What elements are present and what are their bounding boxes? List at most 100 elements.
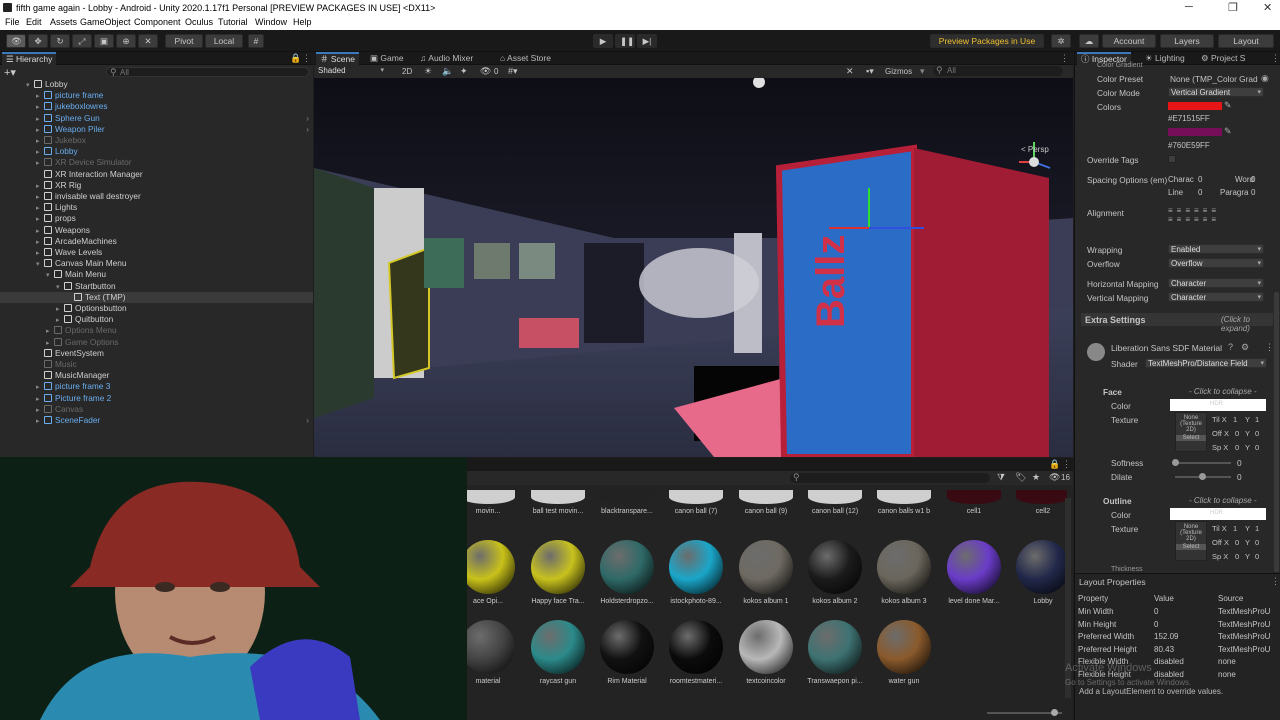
softness-slider-handle[interactable] (1172, 459, 1179, 466)
tab-hierarchy[interactable]: ☰ Hierarchy (2, 52, 57, 65)
hierarchy-item[interactable]: ▸ props (0, 213, 313, 224)
asset-item[interactable]: cell2 (1012, 490, 1067, 515)
grid-snap-button[interactable]: # (248, 34, 264, 48)
asset-item[interactable]: Transwaepon pi... (804, 620, 866, 685)
color2-swatch[interactable] (1168, 128, 1222, 136)
extra-settings-header[interactable]: Extra Settings (Click to expand) (1081, 313, 1273, 333)
hierarchy-item[interactable]: ▸ invisable wall destroyer (0, 191, 313, 202)
asset-item[interactable]: ace Opi... (467, 540, 519, 605)
close-button[interactable]: ✕ (1263, 1, 1272, 14)
menu-edit[interactable]: Edit (26, 17, 42, 27)
kebab-menu-icon[interactable]: ⋮ (302, 53, 311, 64)
hierarchy-item[interactable]: ▸ XR Device Simulator (0, 157, 313, 168)
prefab-open-icon[interactable]: › (306, 415, 309, 426)
face-texture-slot[interactable]: None (Texture 2D) Select (1175, 412, 1207, 452)
move-tool-button[interactable]: ✥ (28, 34, 48, 48)
menu-assets[interactable]: Assets (50, 17, 77, 27)
outline-tiling-y[interactable]: 1 (1255, 524, 1259, 533)
hierarchy-item[interactable]: ▸ picture frame 3 (0, 381, 313, 392)
asset-item[interactable]: canon ball (7) (665, 490, 727, 515)
asset-item[interactable]: Holdsterdropzo... (596, 540, 658, 605)
asset-item[interactable]: canon ball (9) (735, 490, 797, 515)
pivot-toggle[interactable]: Pivot (165, 34, 203, 48)
face-color-swatch[interactable]: HDR (1170, 399, 1266, 411)
hierarchy-item[interactable]: Music (0, 359, 313, 370)
collab-icon[interactable]: ✲ (1051, 34, 1071, 48)
object-picker-icon[interactable]: ◉ (1261, 73, 1269, 84)
asset-item[interactable]: Lobby (1012, 540, 1067, 605)
project-search-input[interactable]: ⚲ (790, 472, 990, 483)
hierarchy-item[interactable]: ▸ Picture frame 2 (0, 393, 313, 404)
zoom-slider-handle[interactable] (1051, 709, 1058, 716)
color2-eyedropper-icon[interactable]: ✎ (1224, 126, 1232, 137)
lock-icon[interactable]: 🔒 (290, 53, 301, 64)
hierarchy-item[interactable]: ▸ Game Options (0, 337, 313, 348)
menu-tutorial[interactable]: Tutorial (218, 17, 248, 27)
vertical-mapping-dropdown[interactable]: Character (1168, 292, 1264, 302)
tab-asset-store[interactable]: ⌂ Asset Store (496, 52, 555, 65)
minimize-button[interactable]: ─ (1185, 1, 1193, 13)
face-speed-y[interactable]: 0 (1255, 443, 1259, 452)
step-button[interactable]: ▶| (637, 34, 657, 48)
hierarchy-item[interactable]: ▸ Options Menu (0, 325, 313, 336)
outline-texture-select[interactable]: Select (1176, 544, 1206, 550)
outline-speed-y[interactable]: 0 (1255, 552, 1259, 561)
scene-kebab-icon[interactable]: ⋮ (1060, 53, 1069, 64)
asset-item[interactable]: roomtestmateri... (665, 620, 727, 685)
hierarchy-item[interactable]: ▾ Main Menu (0, 269, 313, 280)
outline-texture-slot[interactable]: None (Texture 2D) Select (1175, 521, 1207, 561)
asset-item[interactable]: kokos album 1 (735, 540, 797, 605)
asset-item[interactable]: cell1 (943, 490, 1005, 515)
outline-color-swatch[interactable]: HDR (1170, 508, 1266, 520)
hierarchy-item[interactable]: Text (TMP) (0, 291, 313, 303)
hierarchy-item[interactable]: ▾ Lobby (0, 79, 313, 90)
transform-tool-button[interactable]: ⊕ (116, 34, 136, 48)
cloud-icon[interactable]: ☁ (1079, 34, 1099, 48)
asset-item[interactable]: Rim Material (596, 620, 658, 685)
dilate-slider-handle[interactable] (1199, 473, 1206, 480)
layers-dropdown[interactable]: Layers (1160, 34, 1214, 48)
rotate-tool-button[interactable]: ↻ (50, 34, 70, 48)
face-texture-select[interactable]: Select (1176, 435, 1206, 441)
hierarchy-item[interactable]: ▾ Canvas Main Menu (0, 258, 313, 269)
material-help-icon[interactable]: ? (1228, 342, 1233, 352)
outline-offset-x[interactable]: 0 (1235, 538, 1239, 547)
menu-window[interactable]: Window (255, 17, 287, 27)
hierarchy-item[interactable]: ▸ Weapons (0, 225, 313, 236)
prefab-open-icon[interactable]: › (306, 113, 309, 124)
pause-button[interactable]: ❚❚ (615, 34, 635, 48)
outline-offset-y[interactable]: 0 (1255, 538, 1259, 547)
face-offset-y[interactable]: 0 (1255, 429, 1259, 438)
spacing-word-field[interactable]: 0 (1251, 175, 1255, 184)
menu-gameobject[interactable]: GameObject (80, 17, 131, 27)
asset-item[interactable]: canon balls w1 b (873, 490, 935, 515)
hierarchy-item[interactable]: ▸ Jukebox (0, 135, 313, 146)
hierarchy-item[interactable]: EventSystem (0, 348, 313, 359)
spacing-para-field[interactable]: 0 (1251, 188, 1255, 197)
account-dropdown[interactable]: Account (1102, 34, 1156, 48)
color-preset-field[interactable]: None (TMP_Color Grad (1170, 74, 1266, 84)
asset-item[interactable]: textcoincolor (735, 620, 797, 685)
hand-tool-button[interactable]: 👁 (6, 34, 26, 48)
spacing-line-field[interactable]: 0 (1198, 188, 1202, 197)
outline-speed-x[interactable]: 0 (1235, 552, 1239, 561)
persp-label[interactable]: < Persp (1021, 145, 1049, 154)
shader-dropdown[interactable]: TextMeshPro/Distance Field (1145, 358, 1267, 368)
hierarchy-item[interactable]: ▸ Sphere Gun › (0, 113, 313, 124)
scene-viewport[interactable]: Ballz (314, 78, 1073, 457)
asset-item[interactable]: kokos album 3 (873, 540, 935, 605)
camera-icon[interactable]: ▪▾ (866, 66, 874, 77)
color1-hex[interactable]: #E71515FF (1168, 114, 1210, 123)
menu-oculus[interactable]: Oculus (185, 17, 213, 27)
color-mode-dropdown[interactable]: Vertical Gradient (1168, 87, 1264, 97)
spacing-char-field[interactable]: 0 (1198, 175, 1202, 184)
face-tiling-y[interactable]: 1 (1255, 415, 1259, 424)
softness-slider[interactable] (1175, 462, 1231, 464)
hierarchy-item[interactable]: ▸ Lights (0, 202, 313, 213)
hierarchy-item[interactable]: ▾ Startbutton (0, 281, 313, 292)
shading-mode-dropdown[interactable]: Shaded (316, 66, 386, 76)
hierarchy-item[interactable]: ▸ ArcadeMachines (0, 236, 313, 247)
asset-item[interactable]: blacktranspare... (596, 490, 658, 515)
maximize-button[interactable]: ❐ (1228, 1, 1238, 14)
override-tags-checkbox[interactable] (1168, 155, 1176, 163)
